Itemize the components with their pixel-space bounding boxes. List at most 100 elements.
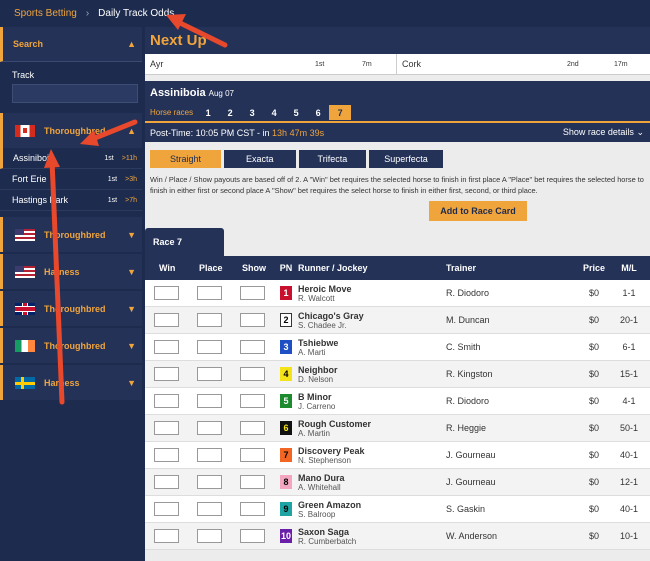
race-tab-1[interactable]: 1 [197, 105, 219, 120]
chevron-down-icon[interactable]: ▼ [127, 378, 136, 388]
place-input[interactable] [197, 367, 222, 381]
table-row: 2 Chicago's Gray S. Chadee Jr. M. Duncan $0 2… [145, 307, 650, 334]
show-race-details-toggle[interactable]: Show race details ⌄ [563, 127, 644, 138]
win-input[interactable] [154, 313, 179, 327]
win-input[interactable] [154, 286, 179, 300]
runner-name: Mano Dura [298, 472, 345, 483]
place-input[interactable] [197, 502, 222, 516]
pn-cell: 7 [274, 448, 298, 462]
next-up-strip: Ayr 1st 7m Cork 2nd 17m [145, 54, 650, 75]
win-input[interactable] [154, 448, 179, 462]
win-input[interactable] [154, 502, 179, 516]
main-content: Next Up Ayr 1st 7m Cork 2nd 17m Assinibo… [145, 27, 650, 561]
chevron-down-icon[interactable]: ▼ [127, 341, 136, 351]
bet-tab-straight[interactable]: Straight [150, 150, 222, 168]
trainer-name: R. Kingston [446, 369, 493, 379]
place-input[interactable] [197, 394, 222, 408]
trainer-name: R. Diodoro [446, 396, 490, 406]
breadcrumb-sports-betting[interactable]: Sports Betting [14, 8, 77, 19]
chevron-down-icon[interactable]: ▼ [127, 304, 136, 314]
chevron-down-icon[interactable]: ▼ [127, 267, 136, 277]
morning-line: 1-1 [622, 288, 636, 298]
place-input[interactable] [197, 286, 222, 300]
place-input[interactable] [197, 421, 222, 435]
show-input[interactable] [240, 448, 265, 462]
show-input[interactable] [240, 421, 265, 435]
show-input[interactable] [240, 502, 265, 516]
win-input[interactable] [154, 421, 179, 435]
race-tab-3[interactable]: 3 [241, 105, 263, 120]
place-input[interactable] [197, 475, 222, 489]
group-sweden-harness[interactable]: Harness ▼ [0, 365, 142, 400]
race-tab-7[interactable]: 7 [329, 105, 352, 120]
next-up-item[interactable]: Cork 2nd 17m [397, 54, 649, 74]
next-up-track: Ayr [150, 59, 164, 69]
bet-tab-trifecta[interactable]: Trifecta [298, 150, 367, 168]
group-usa-harness[interactable]: Harness ▼ [0, 254, 142, 289]
place-input[interactable] [197, 529, 222, 543]
show-input[interactable] [240, 367, 265, 381]
win-cell [145, 394, 188, 408]
jockey-name: N. Stephenson [298, 455, 351, 465]
chevron-up-icon[interactable]: ▲ [127, 126, 136, 136]
price: $0 [588, 342, 599, 352]
post-time-bar: Post-Time: 10:05 PM CST - in 13h 47m 39s… [145, 121, 650, 142]
win-input[interactable] [154, 394, 179, 408]
next-up-item[interactable]: Ayr 1st 7m [145, 54, 397, 74]
search-header[interactable]: Search ▲ [0, 27, 142, 62]
post-number-badge: 1 [280, 286, 292, 300]
win-cell [145, 421, 188, 435]
trainer-name: J. Gourneau [446, 477, 496, 487]
track-item-fort-erie[interactable]: Fort Erie 1st >3h [0, 169, 142, 190]
group-usa-thoroughbred[interactable]: Thoroughbred ▼ [0, 217, 142, 252]
race-tab-2[interactable]: 2 [219, 105, 241, 120]
place-input[interactable] [197, 448, 222, 462]
race-tab-4[interactable]: 4 [263, 105, 285, 120]
post-number-badge: 5 [280, 394, 292, 408]
price: $0 [588, 369, 599, 379]
jockey-name: A. Martin [298, 428, 331, 438]
show-input[interactable] [240, 475, 265, 489]
group-label: Harness [44, 377, 80, 388]
race-tab-6[interactable]: 6 [307, 105, 329, 120]
runner-cell: B Minor J. Carreno [298, 392, 446, 411]
bet-tab-exacta[interactable]: Exacta [224, 150, 296, 168]
runner-cell: Green Amazon S. Balroop [298, 500, 446, 519]
show-input[interactable] [240, 394, 265, 408]
group-label: Thoroughbred [44, 229, 106, 240]
track-item-assiniboia[interactable]: Assiniboia 1st >11h [0, 148, 142, 169]
show-input[interactable] [240, 286, 265, 300]
win-input[interactable] [154, 475, 179, 489]
place-input[interactable] [197, 313, 222, 327]
race-tab-5[interactable]: 5 [285, 105, 307, 120]
table-row: 7 Discovery Peak N. Stephenson J. Gourneau $… [145, 442, 650, 469]
show-input[interactable] [240, 340, 265, 354]
track-search-input[interactable] [12, 84, 138, 103]
next-up-time: 17m [614, 60, 628, 68]
show-cell [231, 421, 274, 435]
pn-cell: 2 [274, 313, 298, 327]
group-ireland-thoroughbred[interactable]: Thoroughbred ▼ [0, 328, 142, 363]
runner-name: Heroic Move [298, 283, 352, 294]
show-input[interactable] [240, 313, 265, 327]
add-to-race-card-button[interactable]: Add to Race Card [429, 201, 527, 221]
win-cell [145, 286, 188, 300]
col-place: Place [199, 263, 223, 273]
group-canada-thoroughbred[interactable]: Thoroughbred ▲ [0, 113, 142, 148]
track-post: 1st [104, 154, 114, 162]
track-post: 1st [107, 175, 118, 183]
track-item-hastings-park[interactable]: Hastings Park 1st >7h [0, 190, 142, 211]
show-input[interactable] [240, 529, 265, 543]
morning-line: 20-1 [619, 315, 638, 325]
chevron-up-icon[interactable]: ▲ [127, 39, 136, 49]
win-input[interactable] [154, 340, 179, 354]
win-input[interactable] [154, 367, 179, 381]
price: $0 [588, 450, 599, 460]
group-uk-thoroughbred[interactable]: Thoroughbred ▼ [0, 291, 142, 326]
morning-line: 6-1 [622, 342, 636, 352]
win-input[interactable] [154, 529, 179, 543]
chevron-down-icon[interactable]: ▼ [127, 230, 136, 240]
bet-tab-superfecta[interactable]: Superfecta [369, 150, 443, 168]
jockey-name: R. Walcott [298, 293, 335, 303]
place-input[interactable] [197, 340, 222, 354]
